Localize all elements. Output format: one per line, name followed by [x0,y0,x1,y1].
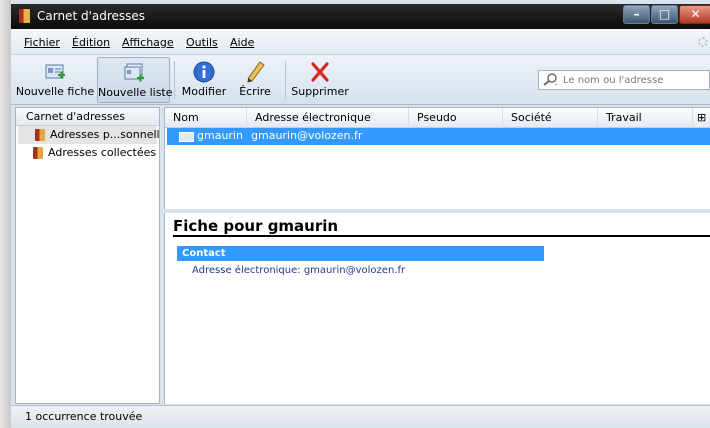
edit-label: Modifier [181,85,227,98]
minimize-icon: – [633,7,640,21]
address-books-sidebar: Carnet d'adresses Adresses p...sonnelles… [15,107,172,404]
contact-section-header: Contact [177,246,544,261]
close-icon: ✕ [690,7,701,21]
contact-card-icon [179,132,194,142]
sidebar-item-label: Adresses p...sonnelles [50,128,173,141]
heading-rule [173,235,710,237]
search-icon [543,73,557,86]
activity-throbber-icon [698,37,708,47]
toolbar: Nouvelle fiche Nouvelle liste Modifier É… [11,55,710,105]
column-email[interactable]: Adresse électronique [247,108,409,128]
status-bar: 1 occurrence trouvée [11,405,710,428]
menu-outils[interactable]: Outils [186,36,218,49]
row-email: gmaurin@volozen.fr [251,129,363,142]
delete-button[interactable]: Supprimer [289,57,351,103]
write-button[interactable]: Écrire [235,57,275,103]
search-input[interactable] [563,72,708,88]
sidebar-item-label: Adresses collectées [48,146,157,159]
maximize-icon: □ [658,7,671,21]
title-bar[interactable]: Carnet d'adresses – □ ✕ [11,4,710,29]
background-window-edge [0,0,11,428]
detail-heading: Fiche pour gmaurin [173,217,339,235]
new-card-label: Nouvelle fiche [15,85,95,98]
column-picker-icon[interactable]: ⊞ [693,108,710,128]
address-book-app-icon [19,9,30,23]
sidebar-item-collected-addresses[interactable]: Adresses collectées [16,144,159,162]
close-button[interactable]: ✕ [679,5,710,24]
column-travail[interactable]: Travail [598,108,693,128]
new-card-icon [45,64,65,79]
row-name: gmaurin [197,129,243,142]
toolbar-separator [174,61,175,99]
address-book-icon [33,147,43,159]
sidebar-item-personal-addresses[interactable]: Adresses p...sonnelles [18,126,172,144]
minimize-button[interactable]: – [623,5,650,24]
menu-aide[interactable]: Aide [230,36,254,49]
menu-bar: Fichier Édition Affichage Outils Aide [11,29,710,55]
menu-affichage[interactable]: Affichage [122,36,174,49]
search-box[interactable] [538,70,710,90]
delete-label: Supprimer [291,85,349,98]
new-list-label: Nouvelle liste [98,86,173,99]
address-book-icon [35,129,45,141]
column-societe[interactable]: Société [503,108,598,128]
menu-fichier[interactable]: Fichier [24,36,60,49]
menu-edition[interactable]: Édition [72,36,110,49]
detail-email-line[interactable]: Adresse électronique: gmaurin@volozen.fr [192,265,405,276]
address-book-window: Carnet d'adresses – □ ✕ Fichier Édition … [0,0,710,428]
maximize-button[interactable]: □ [651,5,678,24]
sidebar-header[interactable]: Carnet d'adresses [16,108,159,126]
pencil-icon [247,61,265,83]
list-column-header: Nom Adresse électronique Pseudo Société … [165,108,710,128]
table-row[interactable]: gmaurin gmaurin@volozen.fr [167,128,710,145]
status-text: 1 occurrence trouvée [25,410,143,423]
column-nom[interactable]: Nom [165,108,247,128]
column-pseudo[interactable]: Pseudo [409,108,503,128]
window-title: Carnet d'adresses [37,9,146,23]
toolbar-separator [285,61,286,99]
contact-detail-pane: Fiche pour gmaurin Contact Adresse élect… [164,213,710,404]
new-list-button[interactable]: Nouvelle liste [97,57,173,103]
info-icon [193,61,215,83]
new-card-button[interactable]: Nouvelle fiche [15,57,95,103]
contacts-list: Nom Adresse électronique Pseudo Société … [164,107,710,209]
write-label: Écrire [239,85,271,98]
new-list-icon [124,63,144,82]
edit-button[interactable]: Modifier [179,57,229,103]
delete-x-icon [311,62,329,82]
